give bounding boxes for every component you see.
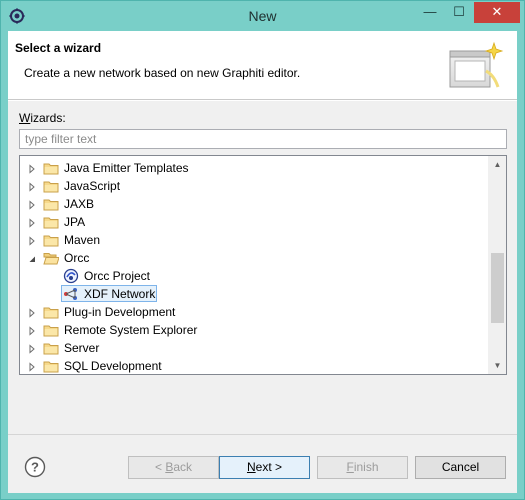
folder-icon — [43, 160, 59, 176]
wizard-banner-icon — [449, 41, 504, 88]
folder-icon — [43, 358, 59, 374]
back-button[interactable]: < Back — [128, 456, 219, 479]
scroll-up-arrow-icon[interactable]: ▲ — [489, 156, 506, 173]
wizard-tree[interactable]: Java Emitter Templates JavaScript JAXB JPA M… — [19, 155, 507, 375]
collapsed-arrow-icon[interactable] — [27, 235, 37, 246]
collapsed-arrow-icon[interactable] — [27, 307, 37, 318]
tree-item[interactable]: JPA — [20, 213, 490, 231]
tree-scrollbar[interactable]: ▲ ▼ — [488, 156, 506, 374]
tree-item[interactable]: Orcc — [20, 249, 490, 267]
tree-item-label: SQL Development — [64, 359, 162, 373]
folder-icon — [43, 304, 59, 320]
tree-item[interactable]: Server — [20, 339, 490, 357]
tree-item-label: Orcc — [64, 251, 90, 265]
tree-item-label: JavaScript — [64, 179, 121, 193]
tree-item[interactable]: Java Emitter Templates — [20, 159, 490, 177]
banner-title: Select a wizard — [15, 41, 102, 55]
tree-item-label: Orcc Project — [84, 269, 151, 283]
folder-icon — [43, 196, 59, 212]
banner-separator — [8, 100, 517, 101]
folder-icon — [43, 178, 59, 194]
collapsed-arrow-icon[interactable] — [27, 217, 37, 228]
minimize-button[interactable]: — — [416, 2, 444, 23]
collapsed-arrow-icon[interactable] — [27, 325, 37, 336]
tree-item[interactable]: Orcc Project — [20, 267, 490, 285]
title-bar[interactable]: New — ☐ ✕ — [1, 1, 524, 31]
folder-icon — [43, 214, 59, 230]
maximize-button[interactable]: ☐ — [445, 2, 473, 23]
next-button[interactable]: Next > — [219, 456, 310, 479]
finish-button[interactable]: Finish — [317, 456, 408, 479]
collapsed-arrow-icon[interactable] — [27, 199, 37, 210]
collapsed-arrow-icon[interactable] — [27, 361, 37, 372]
tree-item-label: Plug-in Development — [64, 305, 176, 319]
banner-description: Create a new network based on new Graphi… — [24, 66, 301, 80]
xdf-network-icon — [63, 286, 79, 302]
tree-item[interactable]: Remote System Explorer — [20, 321, 490, 339]
collapsed-arrow-icon[interactable] — [27, 163, 37, 174]
close-button[interactable]: ✕ — [474, 2, 520, 23]
tree-item-label: XDF Network — [84, 287, 156, 301]
tree-item-label: JAXB — [64, 197, 95, 211]
tree-item[interactable]: XDF Network — [20, 285, 490, 303]
wizards-label: Wizards: — [19, 111, 66, 125]
help-icon[interactable]: ? — [24, 456, 46, 478]
folder-icon — [43, 232, 59, 248]
wizard-banner: Select a wizard Create a new network bas… — [8, 31, 517, 100]
cancel-button[interactable]: Cancel — [415, 456, 506, 479]
dialog-body: Select a wizard Create a new network bas… — [8, 31, 517, 493]
collapsed-arrow-icon[interactable] — [27, 181, 37, 192]
svg-text:?: ? — [31, 460, 39, 475]
expanded-arrow-icon[interactable] — [27, 253, 37, 263]
tree-item[interactable]: Maven — [20, 231, 490, 249]
orcc-project-icon — [63, 268, 79, 284]
footer-separator — [8, 434, 517, 435]
folder-icon — [43, 322, 59, 338]
tree-item[interactable]: SQL Development — [20, 357, 490, 374]
tree-item-label: Maven — [64, 233, 101, 247]
tree-item-label: Server — [64, 341, 100, 355]
folder-open-icon — [43, 250, 60, 266]
new-wizard-dialog: New — ☐ ✕ Select a wizard Create a new n… — [0, 0, 525, 500]
tree-item-label: Java Emitter Templates — [64, 161, 189, 175]
tree-item-label: Remote System Explorer — [64, 323, 198, 337]
scroll-down-arrow-icon[interactable]: ▼ — [489, 357, 506, 374]
folder-icon — [43, 340, 59, 356]
tree-item[interactable]: JAXB — [20, 195, 490, 213]
scrollbar-thumb[interactable] — [491, 253, 504, 323]
tree-item[interactable]: Plug-in Development — [20, 303, 490, 321]
tree-item-label: JPA — [64, 215, 86, 229]
tree-item[interactable]: JavaScript — [20, 177, 490, 195]
collapsed-arrow-icon[interactable] — [27, 343, 37, 354]
filter-input[interactable] — [19, 129, 507, 149]
